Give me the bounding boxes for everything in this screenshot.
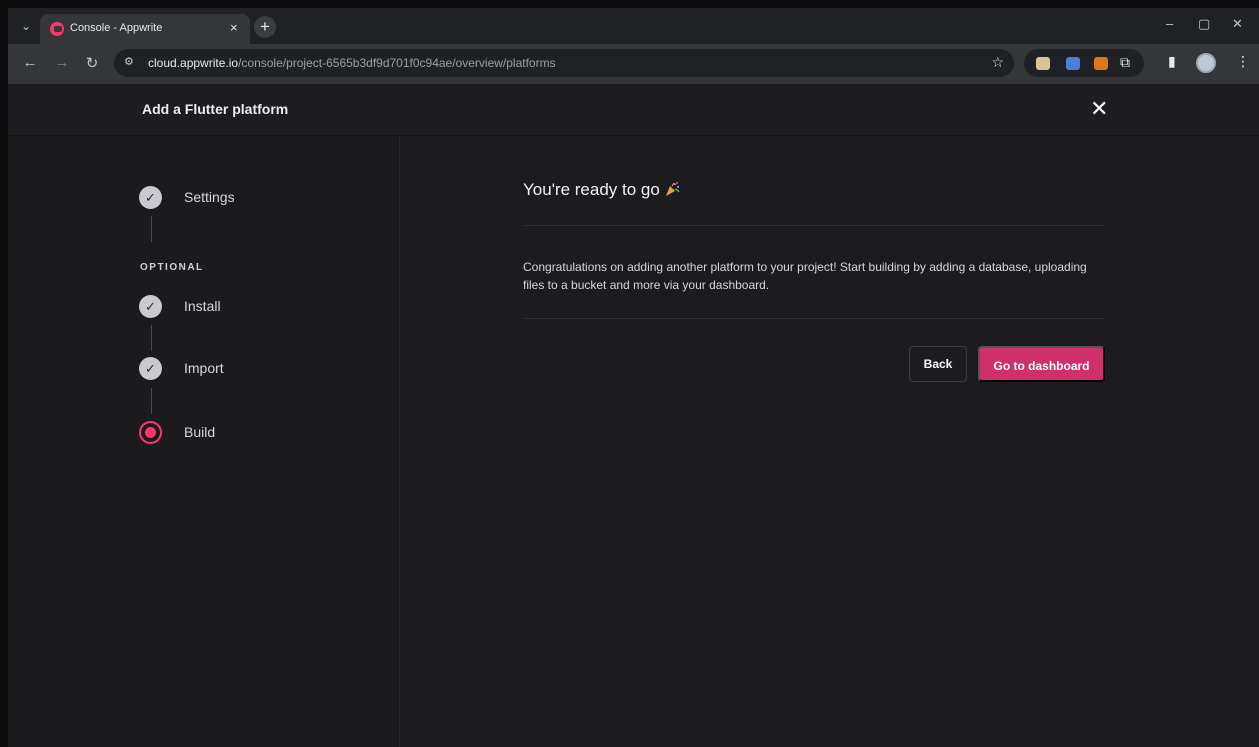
page-title: Add a Flutter platform bbox=[142, 101, 289, 117]
new-tab-button[interactable]: + bbox=[254, 16, 276, 38]
forward-arrow-icon[interactable]: → bbox=[52, 54, 72, 71]
url-path: /console/project-6565b3df9d701f0c94ae/ov… bbox=[238, 56, 556, 70]
browser-window: ⌄ Console - Appwrite × + – ▢ ✕ ← → ↻ ⚙ c… bbox=[8, 8, 1259, 747]
translate-extension-icon[interactable] bbox=[1066, 57, 1080, 70]
browser-toolbar: ← → ↻ ⚙ cloud.appwrite.io/console/projec… bbox=[8, 44, 1259, 84]
side-panel-icon[interactable]: ▮ bbox=[1168, 53, 1176, 70]
tab-title: Console - Appwrite bbox=[70, 22, 163, 34]
wizard-body: ✓ Settings OPTIONAL ✓ Install ✓ Import B… bbox=[8, 136, 1246, 747]
url-text[interactable]: cloud.appwrite.io/console/project-6565b3… bbox=[148, 56, 556, 70]
metamask-extension-icon[interactable] bbox=[1094, 57, 1108, 70]
url-host: cloud.appwrite.io bbox=[148, 56, 239, 70]
wizard-header: Add a Flutter platform ✕ bbox=[8, 84, 1259, 136]
profile-avatar[interactable] bbox=[1196, 53, 1216, 73]
off-extension-icon[interactable] bbox=[1036, 57, 1050, 70]
optional-section-label: OPTIONAL bbox=[140, 262, 204, 273]
step-label: Import bbox=[184, 360, 224, 376]
browser-tab[interactable]: Console - Appwrite × bbox=[40, 14, 250, 44]
bookmark-star-icon[interactable]: ☆ bbox=[991, 54, 1004, 71]
step-connector bbox=[151, 388, 152, 414]
step-connector bbox=[151, 216, 152, 242]
address-bar[interactable]: ⚙ cloud.appwrite.io/console/project-6565… bbox=[114, 49, 1014, 77]
divider bbox=[523, 225, 1105, 226]
site-info-icon[interactable]: ⚙ bbox=[124, 55, 140, 71]
back-button[interactable]: Back bbox=[909, 346, 967, 382]
check-icon: ✓ bbox=[139, 295, 162, 318]
wizard-content: You're ready to go Congratulations on ad… bbox=[401, 136, 1246, 747]
window-close-icon[interactable]: ✕ bbox=[1232, 16, 1243, 32]
back-arrow-icon[interactable]: ← bbox=[20, 54, 40, 71]
check-icon: ✓ bbox=[139, 186, 162, 209]
extensions-group: ⧉ bbox=[1024, 49, 1144, 77]
step-connector bbox=[151, 325, 152, 351]
tab-search-icon[interactable]: ⌄ bbox=[18, 18, 34, 34]
ready-heading: You're ready to go bbox=[523, 180, 680, 200]
divider bbox=[523, 318, 1105, 319]
step-label: Settings bbox=[184, 189, 235, 205]
menu-kebab-icon[interactable]: ⋮ bbox=[1236, 53, 1250, 70]
appwrite-favicon-icon bbox=[50, 22, 64, 36]
extensions-puzzle-icon[interactable]: ⧉ bbox=[1120, 54, 1130, 71]
restore-icon[interactable]: ▢ bbox=[1198, 16, 1210, 32]
active-step-icon bbox=[139, 421, 162, 444]
party-popper-icon bbox=[665, 182, 680, 196]
reload-icon[interactable]: ↻ bbox=[82, 54, 102, 72]
congratulations-message: Congratulations on adding another platfo… bbox=[523, 260, 1087, 292]
wizard-steps: ✓ Settings OPTIONAL ✓ Install ✓ Import B… bbox=[8, 136, 400, 747]
go-to-dashboard-button[interactable]: Go to dashboard bbox=[978, 346, 1105, 382]
heading-text: You're ready to go bbox=[523, 180, 660, 199]
close-icon[interactable]: ✕ bbox=[1090, 96, 1108, 122]
check-icon: ✓ bbox=[139, 357, 162, 380]
minimize-icon[interactable]: – bbox=[1166, 16, 1173, 31]
tab-strip: ⌄ Console - Appwrite × + – ▢ ✕ bbox=[8, 8, 1259, 44]
tab-close-icon[interactable]: × bbox=[230, 20, 238, 35]
step-label: Build bbox=[184, 424, 216, 440]
appwrite-console: Add a Flutter platform ✕ ✓ Settings OPTI… bbox=[8, 84, 1259, 747]
step-label: Install bbox=[184, 298, 221, 314]
